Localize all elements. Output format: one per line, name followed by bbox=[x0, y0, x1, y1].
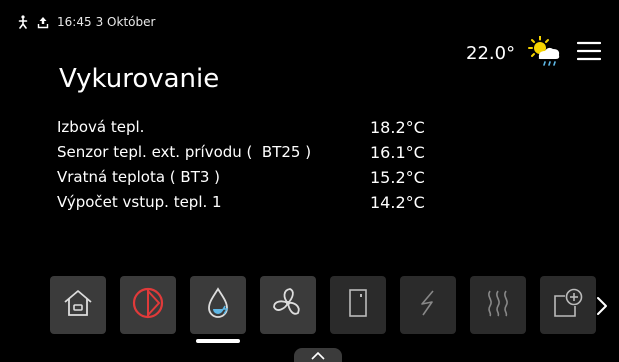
reading-value: 18.2°C bbox=[370, 118, 425, 137]
water-drop-icon bbox=[205, 287, 231, 323]
dock-ventilation-button[interactable] bbox=[260, 276, 316, 334]
home-icon bbox=[62, 288, 94, 322]
reading-value: 15.2°C bbox=[370, 168, 425, 187]
lightning-icon bbox=[417, 288, 439, 322]
readings-list: Izbová tepl. 18.2°C Senzor tepl. ext. pr… bbox=[57, 118, 457, 218]
dock-home-button[interactable] bbox=[50, 276, 106, 334]
power-circle-icon bbox=[131, 286, 165, 324]
reading-label: Senzor tepl. ext. prívodu ( BT25 ) bbox=[57, 143, 312, 161]
status-date: 3 Október bbox=[95, 15, 156, 29]
add-device-icon bbox=[551, 288, 585, 322]
dock-add-device-button[interactable] bbox=[540, 276, 596, 334]
reading-value: 14.2°C bbox=[370, 193, 425, 212]
person-icon bbox=[17, 15, 29, 29]
bottom-pull-tab[interactable] bbox=[294, 348, 342, 362]
dock-hot-water-button[interactable] bbox=[190, 276, 246, 343]
dock-electric-button[interactable] bbox=[400, 276, 456, 334]
partly-cloudy-rain-icon bbox=[525, 35, 563, 70]
dock-cabinet-button[interactable] bbox=[330, 276, 386, 334]
fan-icon bbox=[271, 286, 305, 324]
cabinet-icon bbox=[347, 288, 369, 322]
reading-row: Vratná teplota ( BT3 ) 15.2°C bbox=[57, 168, 457, 193]
dock-heating-button[interactable] bbox=[470, 276, 526, 334]
reading-row: Výpočet vstup. tepl. 1 14.2°C bbox=[57, 193, 457, 218]
reading-value: 16.1°C bbox=[370, 143, 425, 162]
weather-widget[interactable]: 22.0° bbox=[466, 35, 602, 70]
chevron-right-icon bbox=[595, 297, 609, 320]
dock-next-button[interactable] bbox=[595, 296, 609, 320]
hamburger-menu-icon[interactable] bbox=[576, 41, 602, 65]
reading-label: Izbová tepl. bbox=[57, 118, 145, 136]
reading-row: Izbová tepl. 18.2°C bbox=[57, 118, 457, 143]
reading-row: Senzor tepl. ext. prívodu ( BT25 ) 16.1°… bbox=[57, 143, 457, 168]
upload-icon bbox=[37, 16, 49, 29]
reading-label: Vratná teplota ( BT3 ) bbox=[57, 168, 221, 186]
function-dock bbox=[50, 276, 596, 343]
heat-waves-icon bbox=[484, 288, 512, 322]
status-bar: 16:45 3 Október bbox=[17, 15, 155, 29]
reading-label: Výpočet vstup. tepl. 1 bbox=[57, 193, 222, 211]
outdoor-temperature: 22.0° bbox=[466, 42, 516, 64]
status-time: 16:45 bbox=[57, 15, 92, 29]
dock-power-button[interactable] bbox=[120, 276, 176, 334]
page-title: Vykurovanie bbox=[59, 64, 220, 94]
